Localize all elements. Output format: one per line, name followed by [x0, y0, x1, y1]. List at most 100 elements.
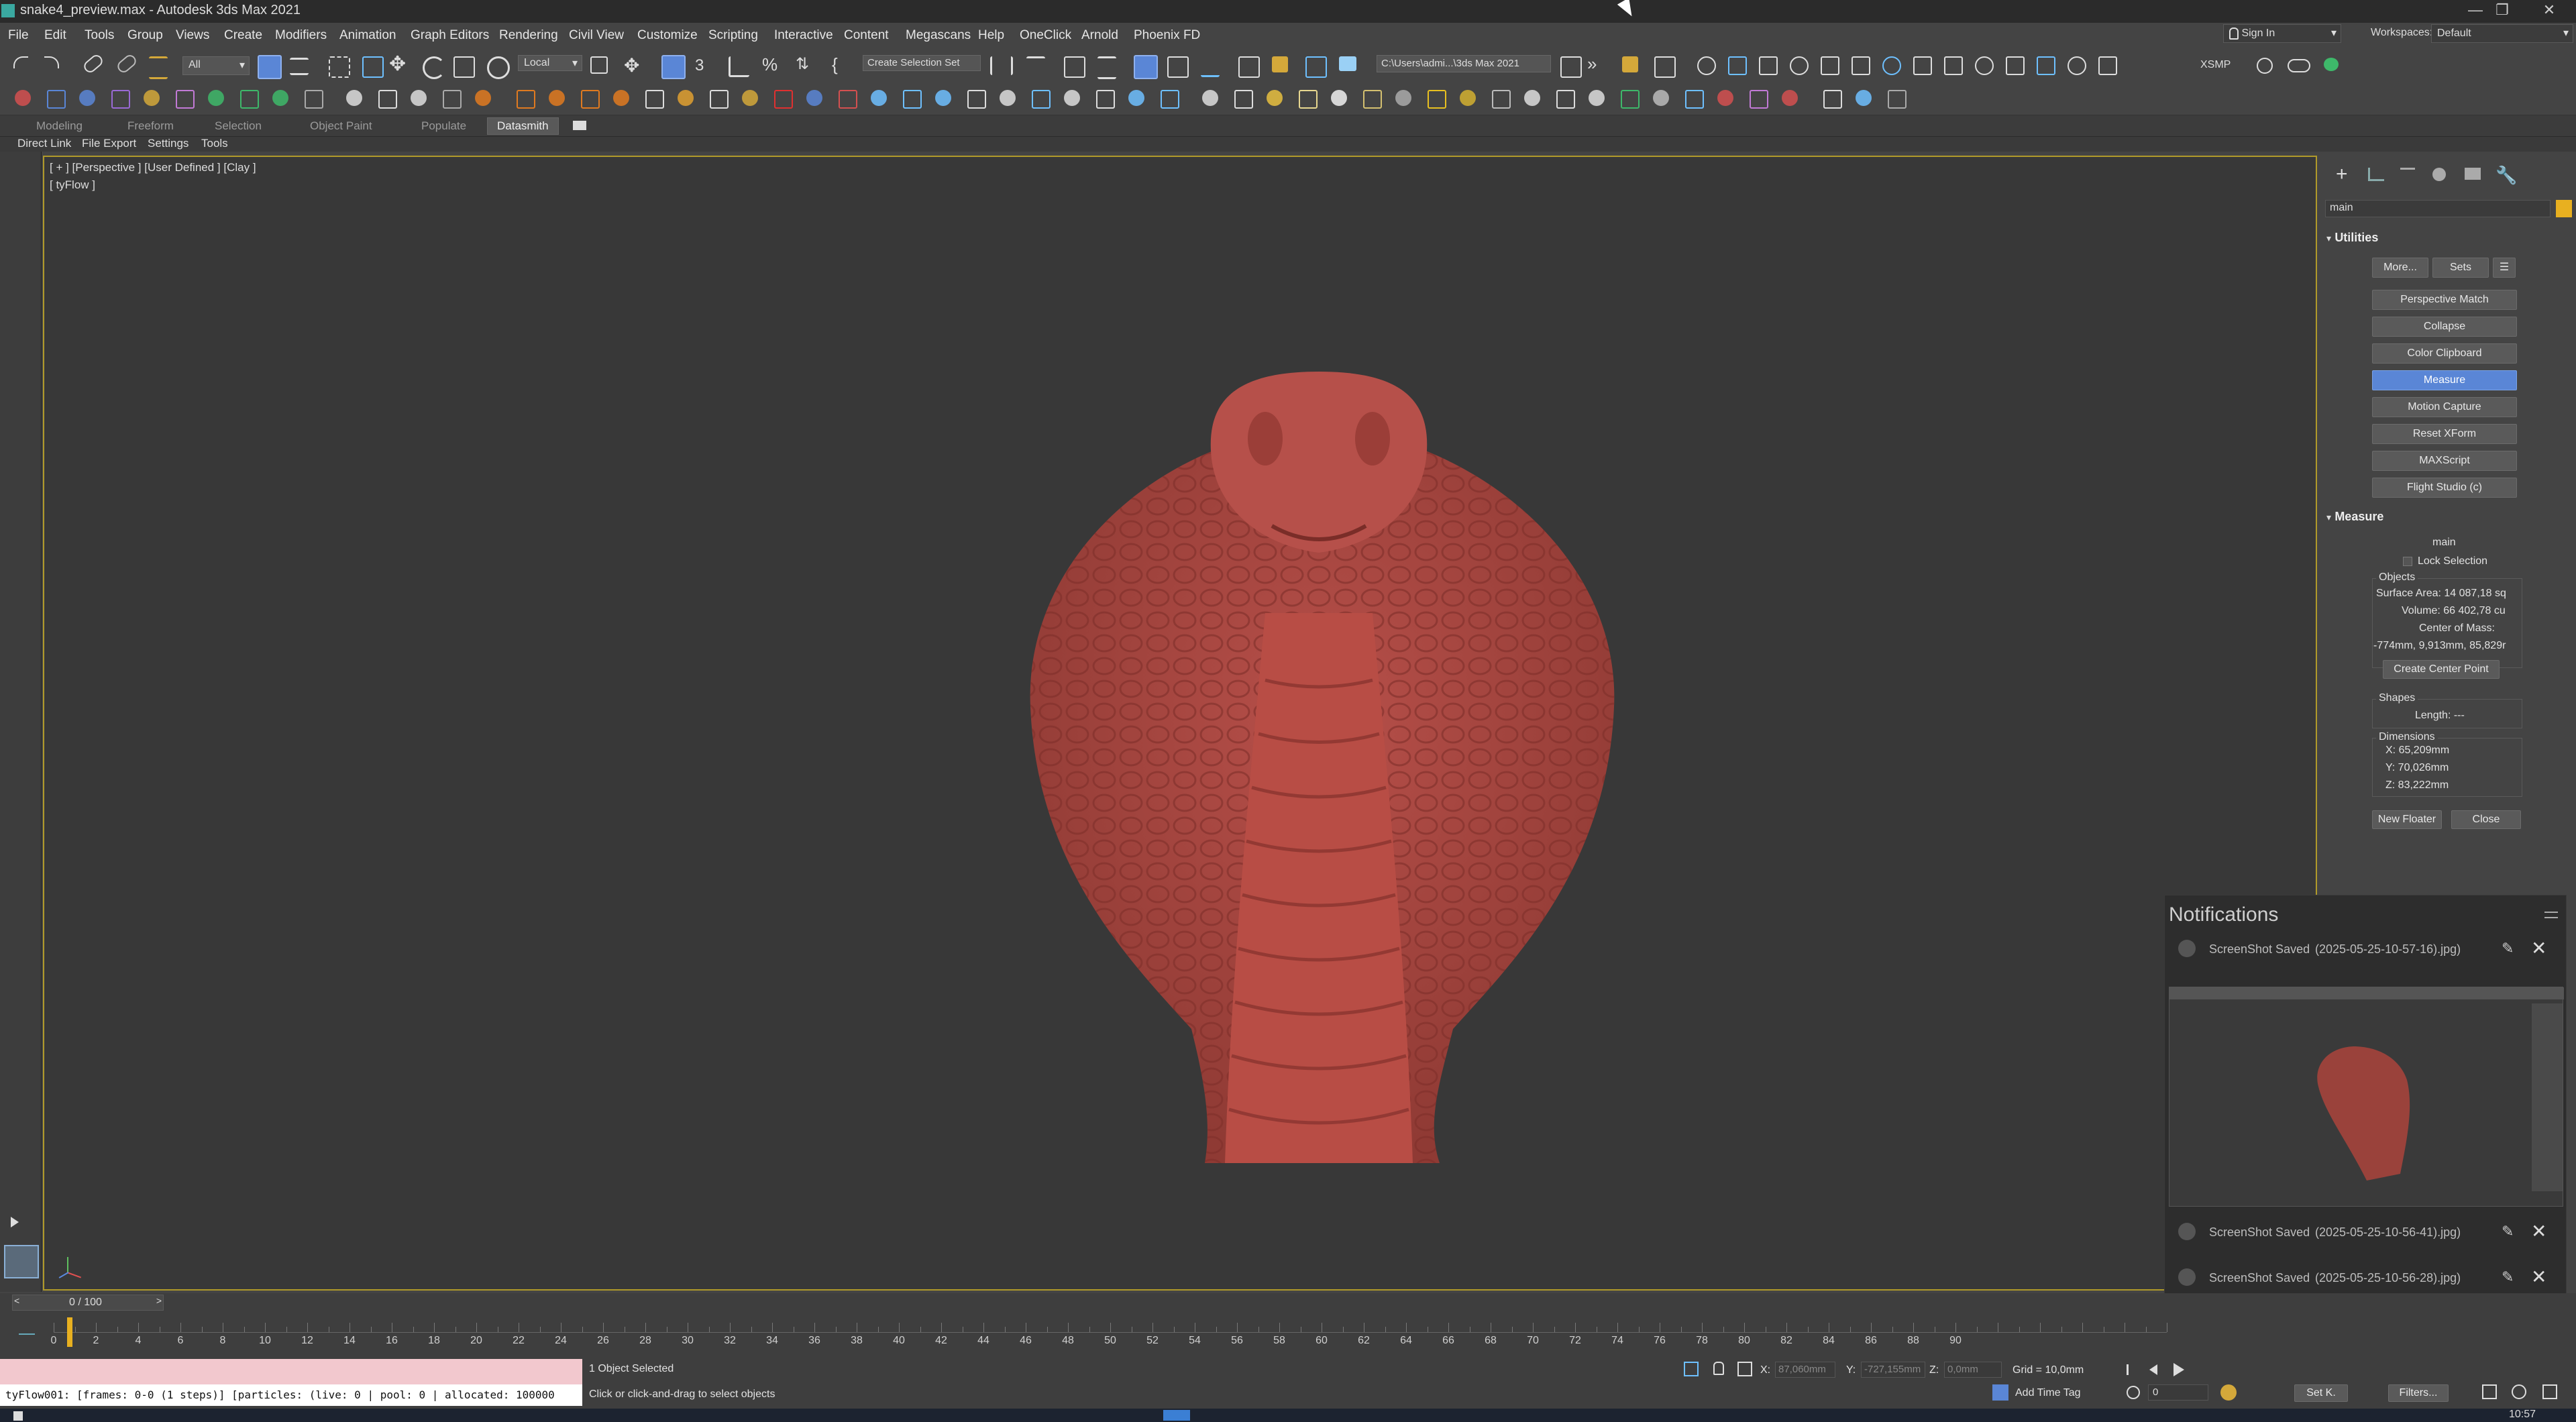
light-bulb-icon[interactable]	[1728, 56, 1747, 75]
liquid-icon[interactable]	[613, 90, 629, 106]
toolbar-overflow-icon[interactable]: »	[1587, 54, 1606, 74]
utility-maxscript-button[interactable]: MAXScript	[2372, 451, 2517, 471]
coordinate-system-dropdown[interactable]: Local ▾	[518, 55, 582, 71]
align-icon[interactable]	[1026, 56, 1045, 77]
utilities-tab-icon[interactable]: 🔧	[2496, 165, 2517, 186]
pencil-icon[interactable]: ✎	[2502, 1268, 2514, 1286]
splash-icon[interactable]	[806, 90, 822, 106]
cylinder-icon[interactable]	[79, 90, 95, 106]
xsmp-label[interactable]: XSMP	[2200, 59, 2231, 71]
pencil-icon[interactable]: ✎	[2502, 940, 2514, 957]
key-mode-icon[interactable]	[2220, 1384, 2237, 1401]
hierarchy-tab-icon[interactable]	[2400, 168, 2415, 181]
menu-file[interactable]: File	[8, 28, 29, 43]
cloth-icon[interactable]	[1032, 90, 1051, 109]
notification-item[interactable]: ScreenShot Saved (2025-05-25-10-57-16).jp…	[2165, 934, 2567, 977]
project-path-dropdown[interactable]: C:\Users\admi...\3ds Max 2021	[1377, 55, 1551, 72]
track-bar-mini-curve-icon[interactable]	[19, 1323, 35, 1335]
viewer-icon[interactable]	[1823, 90, 1842, 109]
info-icon[interactable]	[1888, 90, 1907, 109]
snaps-toggle-icon[interactable]: 3	[695, 56, 714, 75]
menu-graph-editors[interactable]: Graph Editors	[411, 28, 489, 43]
shader-icon[interactable]	[1750, 90, 1768, 109]
key-filters-button[interactable]: Filters...	[2388, 1384, 2449, 1402]
rotate-icon[interactable]	[423, 56, 445, 79]
spinner-snap-icon[interactable]: ⇅	[796, 55, 814, 74]
play-icon[interactable]	[2174, 1363, 2184, 1376]
hair-icon[interactable]	[1589, 90, 1605, 106]
time-slider[interactable]: < 0 / 100 >	[12, 1295, 164, 1311]
keyboard-shortcut-override-icon[interactable]	[661, 55, 686, 79]
scatter-icon[interactable]	[967, 90, 986, 109]
menu-civil-view[interactable]: Civil View	[569, 28, 624, 43]
viewport-layout-thumbnail[interactable]	[4, 1245, 39, 1278]
tyflow-icon[interactable]	[305, 90, 323, 109]
help-icon[interactable]	[1161, 90, 1179, 109]
ribbon-tab-modeling[interactable]: Modeling	[36, 119, 83, 133]
close-window-button[interactable]: ✕	[2529, 1, 2569, 19]
dome-light-icon[interactable]	[1331, 90, 1347, 106]
percent-snap-icon[interactable]: %	[762, 55, 781, 74]
teapot-icon[interactable]	[1202, 90, 1218, 106]
ies-light-icon[interactable]	[1428, 90, 1446, 109]
start-icon[interactable]	[13, 1411, 23, 1421]
instancer-icon[interactable]	[1621, 90, 1640, 109]
menu-content[interactable]: Content	[844, 28, 889, 43]
scene-explorer-icon[interactable]	[1064, 56, 1085, 78]
wind-icon[interactable]	[678, 90, 694, 106]
move-icon[interactable]: ✥	[389, 54, 408, 74]
soft-icon[interactable]	[1096, 90, 1115, 109]
menu-interactive[interactable]: Interactive	[774, 28, 833, 43]
menu-create[interactable]: Create	[224, 28, 262, 43]
object-name-field[interactable]: main	[2325, 200, 2551, 217]
more-button[interactable]: More...	[2372, 258, 2428, 278]
play-button[interactable]	[346, 90, 362, 106]
ribbon-tab-datasmith[interactable]: Datasmith	[487, 117, 559, 135]
utility-collapse-button[interactable]: Collapse	[2372, 317, 2517, 337]
create-tab-icon[interactable]: +	[2336, 164, 2348, 184]
proxy-icon[interactable]	[1556, 90, 1575, 109]
render-setup-icon[interactable]	[1272, 56, 1288, 72]
maximize-viewport-icon[interactable]	[2542, 1384, 2557, 1399]
menu-rendering[interactable]: Rendering	[499, 28, 558, 43]
particle-icon[interactable]	[710, 90, 729, 109]
fracture-icon[interactable]	[1128, 90, 1144, 106]
download-icon[interactable]	[2324, 58, 2339, 71]
utility-flight-studio-c-button[interactable]: Flight Studio (c)	[2372, 478, 2517, 498]
close-measure-button[interactable]: Close	[2451, 810, 2521, 829]
project-folder-icon[interactable]	[1560, 56, 1582, 78]
rectangular-region-icon[interactable]	[329, 56, 350, 78]
menu-help[interactable]: Help	[978, 28, 1004, 43]
menu-phoenix-fd[interactable]: Phoenix FD	[1134, 28, 1200, 43]
menu-edit[interactable]: Edit	[44, 28, 66, 43]
x-coord-field[interactable]: 87,060mm	[1775, 1362, 1835, 1378]
menu-arnold[interactable]: Arnold	[1081, 28, 1118, 43]
record-icon[interactable]	[839, 90, 857, 109]
cone-icon[interactable]	[176, 90, 195, 109]
stop-button[interactable]	[411, 90, 427, 106]
datasmith-settings[interactable]: Settings	[148, 137, 189, 150]
dismiss-notification-icon[interactable]: ✕	[2531, 1220, 2546, 1242]
arnold-icon[interactable]	[1782, 90, 1798, 106]
sphere-icon[interactable]	[144, 90, 160, 106]
current-frame-field[interactable]: 0	[2148, 1384, 2208, 1401]
pivot-center-icon[interactable]	[590, 56, 608, 74]
pause-button[interactable]	[378, 90, 397, 109]
sun-light-icon[interactable]	[1460, 90, 1476, 106]
notification-item[interactable]: ScreenShot Saved (2025-05-25-10-56-41).jp…	[2165, 1217, 2567, 1260]
orbit-icon[interactable]	[2512, 1384, 2526, 1399]
display-tab-icon[interactable]	[2465, 168, 2481, 180]
mesh-light-icon[interactable]	[1395, 90, 1411, 106]
list-button[interactable]	[475, 90, 491, 106]
link-icon[interactable]	[81, 52, 105, 75]
selection-filter-dropdown[interactable]: All ▾	[182, 56, 250, 75]
add-time-tag[interactable]: Add Time Tag	[2015, 1387, 2081, 1399]
rendered-frame-window-icon[interactable]	[1305, 56, 1327, 78]
cam-icon[interactable]	[1267, 90, 1283, 106]
move-helper-icon[interactable]	[240, 90, 259, 109]
render-icon[interactable]	[1944, 56, 1963, 75]
angle-snap-icon[interactable]	[729, 56, 749, 77]
snapshot-icon[interactable]	[1882, 56, 1901, 75]
ribbon-toggle-icon[interactable]	[1134, 55, 1158, 79]
grid-helper-icon[interactable]	[208, 90, 224, 106]
